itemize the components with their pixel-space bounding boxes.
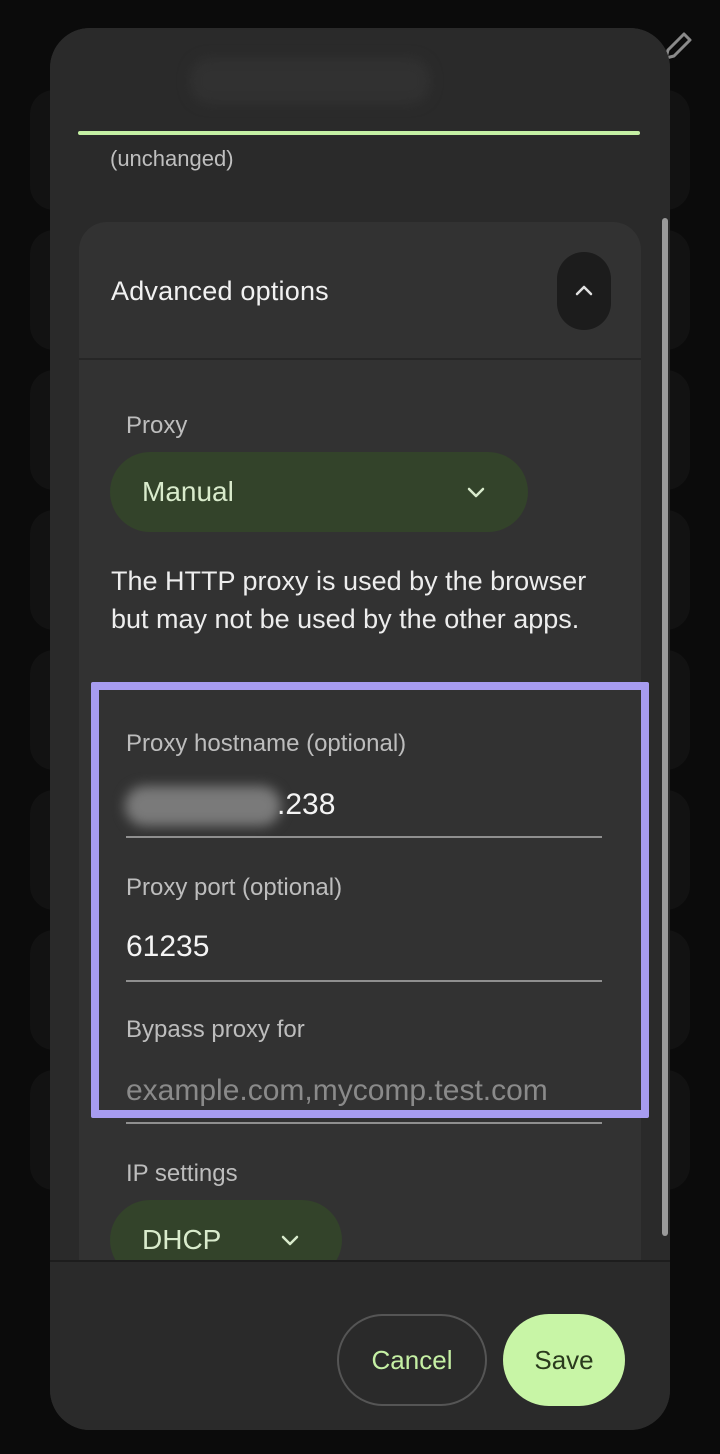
advanced-options-header[interactable]: Advanced options	[79, 222, 641, 360]
advanced-options-title: Advanced options	[111, 276, 329, 306]
collapse-button[interactable]	[557, 252, 611, 330]
chevron-down-icon	[467, 487, 485, 498]
proxy-dropdown[interactable]: Manual	[110, 452, 528, 532]
bypass-underline	[126, 1122, 602, 1124]
chevron-down-icon	[281, 1235, 299, 1246]
dialog-header	[50, 28, 670, 132]
proxy-selected-value: Manual	[142, 476, 234, 507]
progress-indicator	[78, 131, 640, 135]
chevron-up-icon	[575, 285, 593, 296]
dialog-footer: Cancel Save	[50, 1262, 670, 1430]
scrollbar[interactable]	[662, 218, 668, 1236]
ip-settings-selected-value: DHCP	[142, 1224, 222, 1255]
unchanged-text: (unchanged)	[110, 146, 234, 171]
redacted-title	[190, 58, 430, 104]
proxy-info-text: The HTTP proxy is used by the browser bu…	[111, 566, 587, 634]
ip-settings-label: IP settings	[126, 1160, 238, 1187]
cancel-button[interactable]: Cancel	[337, 1314, 487, 1406]
highlight-box	[91, 682, 649, 1118]
save-button[interactable]: Save	[503, 1314, 625, 1406]
proxy-label: Proxy	[126, 412, 188, 439]
